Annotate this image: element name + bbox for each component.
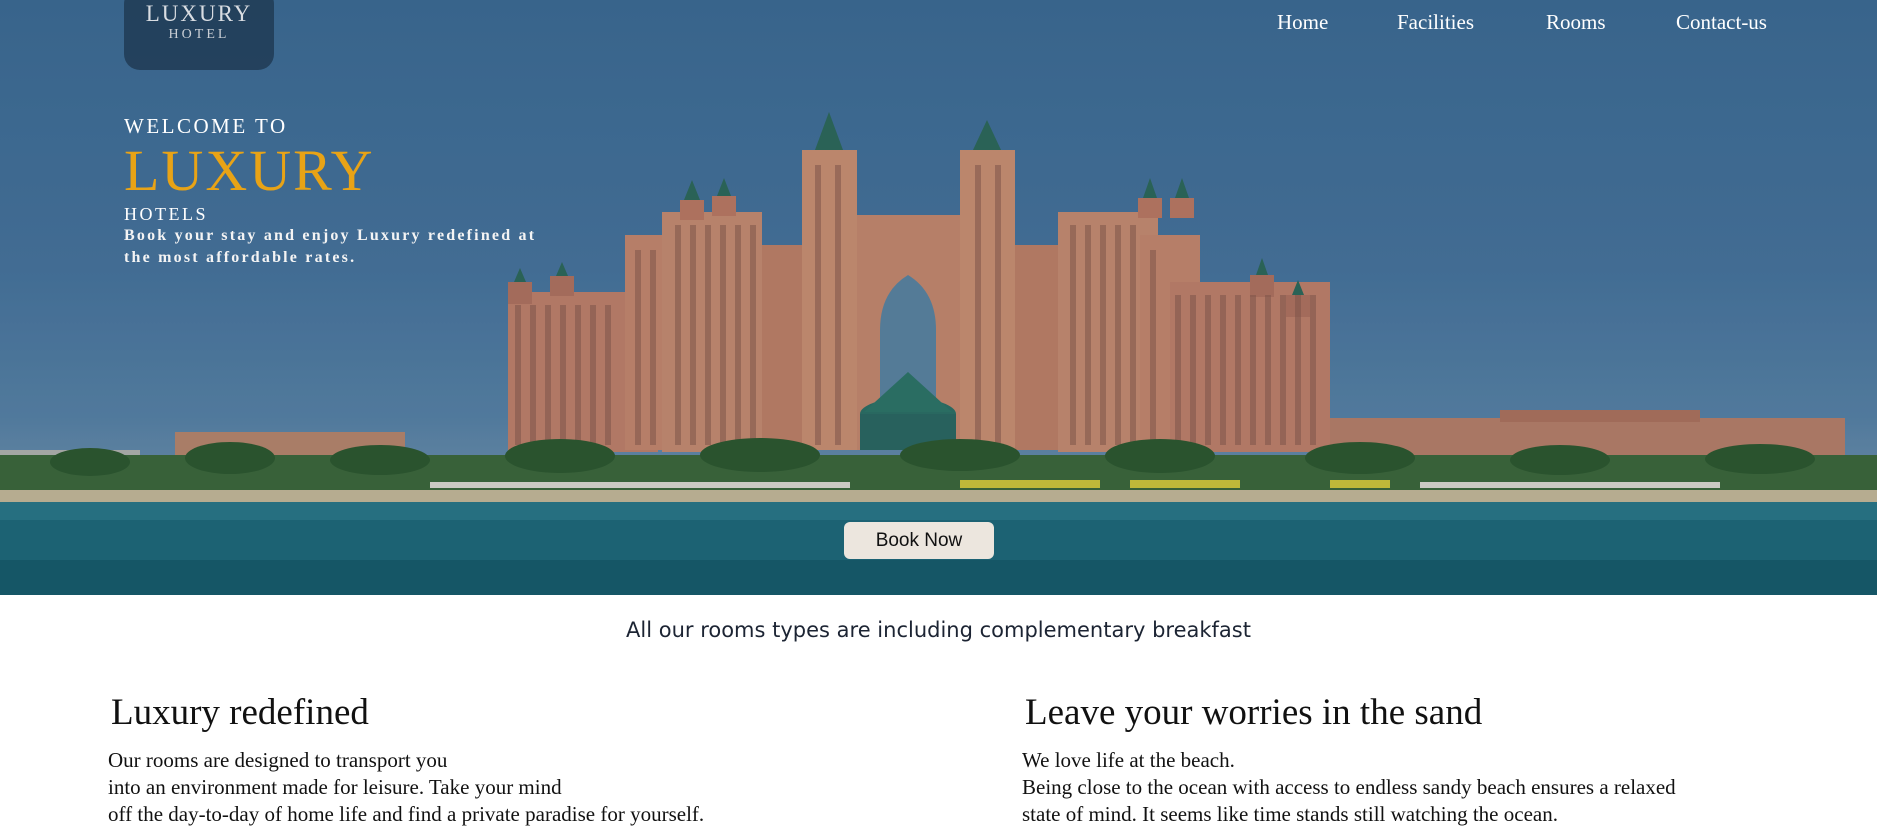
- hero-brand: LUXURY: [124, 138, 375, 203]
- hero-banner: LUXURY HOTEL Home Facilities Rooms Conta…: [0, 0, 1877, 595]
- section-body: Our rooms are designed to transport you …: [108, 748, 705, 826]
- main-nav: Home Facilities Rooms Contact-us: [0, 10, 1877, 40]
- nav-home[interactable]: Home: [1277, 10, 1328, 35]
- nav-rooms[interactable]: Rooms: [1546, 10, 1606, 35]
- hotel-photo: [0, 0, 1877, 595]
- book-now-button[interactable]: Book Now: [844, 522, 994, 559]
- hero-hotels: HOTELS: [124, 204, 208, 224]
- section-title: Luxury redefined: [111, 692, 369, 733]
- nav-facilities[interactable]: Facilities: [1397, 10, 1474, 35]
- hero-tagline: Book your stay and enjoy Luxury redefine…: [124, 227, 537, 266]
- section-luxury-redefined: Luxury redefined Our rooms are designed …: [108, 690, 704, 828]
- breakfast-notice: All our rooms types are including comple…: [626, 618, 1251, 642]
- hero-welcome: WELCOME TO LUXURY HOTELS Book your stay …: [124, 113, 544, 269]
- welcome-label: WELCOME TO: [124, 114, 288, 138]
- section-title: Leave your worries in the sand: [1025, 692, 1483, 733]
- nav-contact-us[interactable]: Contact-us: [1676, 10, 1767, 35]
- section-body: We love life at the beach. Being close t…: [1022, 748, 1676, 826]
- section-leave-worries: Leave your worries in the sand We love l…: [1022, 690, 1676, 828]
